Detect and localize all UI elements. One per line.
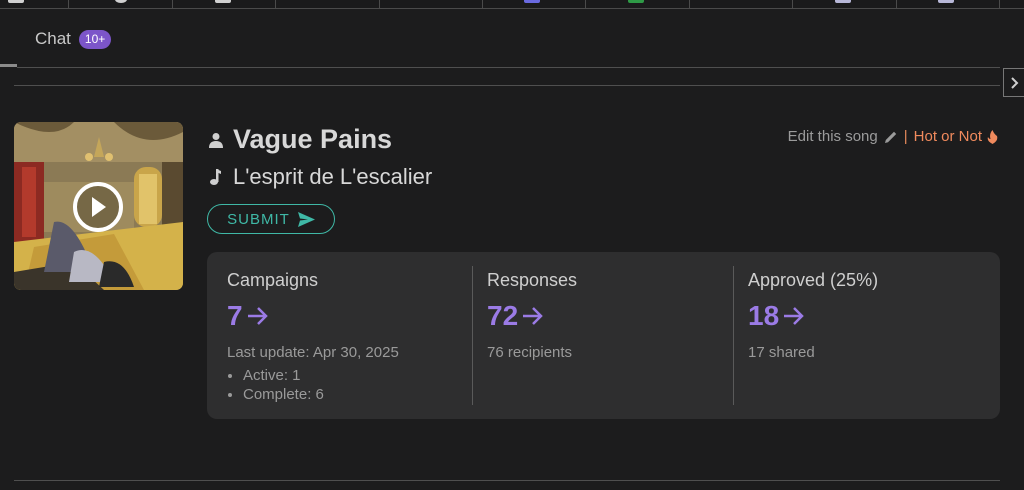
stat-campaigns-label: Campaigns [227,270,319,290]
tab-favicon[interactable] [835,0,851,3]
stat-divider [733,266,734,405]
tab-separator [68,0,69,9]
stat-responses-link[interactable]: 72 [487,300,544,332]
tab-favicon[interactable] [115,0,127,3]
stat-campaigns-link[interactable]: 7 [227,300,269,332]
tab-separator [689,0,690,9]
play-button[interactable] [73,182,123,232]
tab-chat[interactable]: Chat 10+ [35,29,112,49]
person-icon [209,132,223,148]
song-actions: Edit this song | Hot or Not [788,128,998,145]
stat-responses-label: Responses [487,270,578,290]
stat-campaigns-updated: Last update: Apr 30, 2025 [227,344,399,361]
tab-separator [999,0,1000,9]
stat-approved-shared: 17 shared [748,344,815,361]
tab-favicon[interactable] [938,0,954,3]
tab-favicon[interactable] [628,0,644,3]
section-divider [14,85,1000,86]
arrow-right-icon [247,307,268,325]
play-icon [92,197,106,217]
campaign-details-list: Active: 1 Complete: 6 [243,367,324,405]
tab-separator [275,0,276,9]
hot-or-not-label: Hot or Not [913,128,982,145]
tab-separator [379,0,380,9]
chat-count-badge: 10+ [78,29,112,49]
tab-separator [585,0,586,9]
tab-favicon[interactable] [8,0,24,3]
submit-button[interactable]: SUBMIT [207,204,335,234]
submit-button-label: SUBMIT [227,210,290,228]
tab-active-indicator [0,64,17,67]
tab-favicon[interactable] [215,0,231,3]
tab-separator [896,0,897,9]
stat-responses-recipients: 76 recipients [487,344,573,361]
tab-bar-divider [17,67,1000,68]
campaign-detail-active: Active: 1 [243,367,324,384]
tab-favicon[interactable] [524,0,540,3]
tab-separator [482,0,483,9]
artist-name[interactable]: Vague Pains [233,124,392,155]
song-cover-art[interactable] [14,122,183,290]
tab-separator [172,0,173,9]
artist-row: Vague Pains [209,124,392,155]
stat-divider [472,266,473,405]
stat-responses: Responses 72 76 recipients [487,252,732,419]
stat-responses-value: 72 [487,300,519,331]
pencil-icon [884,131,896,143]
flame-icon [987,129,998,144]
song-row: L'esprit de L'escalier [209,164,432,190]
section-divider-bottom [14,480,1000,481]
campaign-detail-complete: Complete: 6 [243,386,324,403]
stats-card: Campaigns 7 Last update: Apr 30, 2025 Ac… [207,252,1000,419]
top-tab-strip [0,0,1024,9]
tab-separator [792,0,793,9]
links-separator: | [903,128,908,145]
stat-campaigns-value: 7 [227,300,243,331]
send-icon [297,211,315,227]
arrow-right-icon [523,307,543,325]
stat-approved-value: 18 [748,300,780,331]
tab-chat-label: Chat [35,29,71,48]
stat-approved: Approved (25%) 18 17 shared [748,252,988,419]
song-title: L'esprit de L'escalier [233,164,433,189]
side-panel-toggle[interactable] [1003,68,1024,97]
music-note-icon [210,169,221,185]
stat-approved-link[interactable]: 18 [748,300,805,332]
arrow-right-icon [784,307,804,325]
edit-song-label: Edit this song [787,128,878,145]
stat-campaigns: Campaigns 7 Last update: Apr 30, 2025 Ac… [227,252,472,419]
edit-song-link[interactable]: Edit this song [788,128,898,145]
hot-or-not-link[interactable]: Hot or Not [914,128,998,145]
stat-approved-label: Approved (25%) [748,270,879,290]
chevron-right-icon [1011,76,1019,89]
